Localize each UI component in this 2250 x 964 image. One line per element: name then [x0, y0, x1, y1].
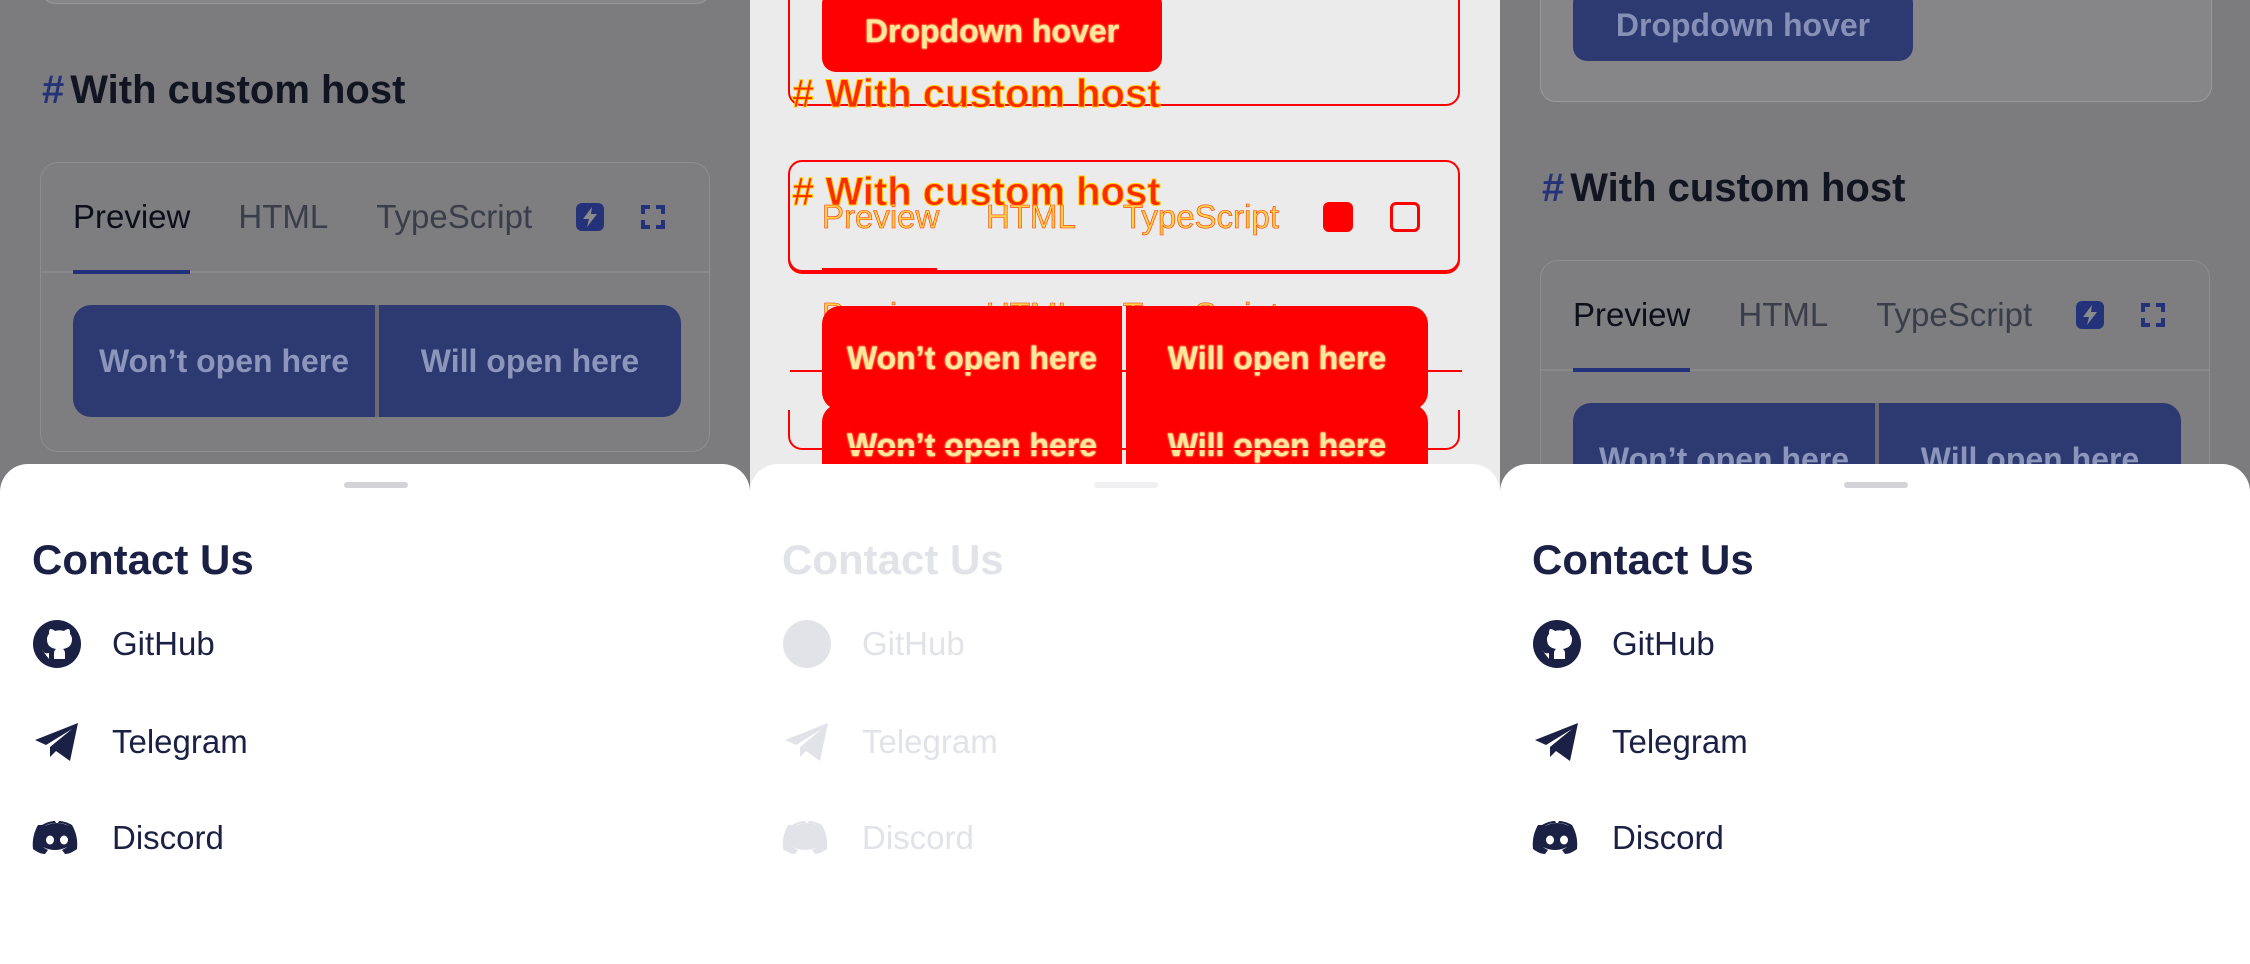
section-heading: # With custom host — [42, 68, 405, 113]
contact-telegram-label-right: Telegram — [1612, 723, 1748, 760]
contact-discord[interactable]: Discord — [32, 810, 224, 866]
debug-heading-b-hash: # — [791, 170, 815, 215]
stackblitz-icon-right[interactable] — [2074, 299, 2106, 331]
debug-box-card-bottom — [788, 410, 1460, 450]
sheet-drag-handle-right[interactable] — [1844, 482, 1908, 488]
dropdown-hover-button[interactable]: Dropdown hover — [822, 0, 1162, 72]
contact-github-label: GitHub — [112, 625, 215, 662]
tab-typescript[interactable]: TypeScript — [376, 162, 532, 272]
contact-discord-label: Discord — [112, 819, 224, 856]
demo-tabs-right: Preview HTML TypeScript — [1541, 260, 2209, 372]
contact-discord-middle[interactable]: Discord — [782, 810, 974, 866]
debug-fullscreen-icon[interactable] — [1390, 202, 1420, 232]
heading-anchor-right[interactable]: # — [1542, 166, 1564, 211]
contact-discord-label-middle: Discord — [862, 819, 974, 856]
heading-anchor[interactable]: # — [42, 68, 64, 113]
contact-github-middle[interactable]: GitHub — [782, 616, 965, 672]
demo-card: Preview HTML TypeScript Won’t open here … — [40, 162, 710, 452]
heading-text-right: With custom host — [1570, 166, 1906, 210]
github-icon — [1533, 620, 1581, 668]
github-icon — [783, 620, 831, 668]
heading-text: With custom host — [70, 68, 406, 112]
telegram-icon — [1535, 723, 1578, 761]
contact-telegram-label-middle: Telegram — [862, 723, 998, 760]
sheet-drag-handle-middle[interactable] — [1094, 482, 1158, 488]
debug-tab-typescript[interactable]: TypeScript — [1123, 198, 1280, 236]
debug-will-open-button[interactable]: Will open here — [1126, 306, 1428, 410]
dropdown-demo-card — [40, 0, 712, 4]
button-group: Won’t open here Will open here — [73, 305, 681, 417]
contact-sheet-left: Contact Us GitHub Telegram Discord — [0, 464, 750, 964]
fullscreen-icon-right[interactable] — [2137, 299, 2169, 331]
github-icon — [33, 620, 81, 668]
debug-line — [790, 370, 1462, 372]
fullscreen-icon[interactable] — [637, 201, 669, 233]
tab-html[interactable]: HTML — [238, 162, 328, 272]
tab-typescript-right[interactable]: TypeScript — [1876, 260, 2032, 370]
contact-discord-label-right: Discord — [1612, 819, 1724, 856]
contact-telegram[interactable]: Telegram — [32, 714, 248, 770]
contact-sheet-right: Contact Us GitHub Telegram Discord — [1500, 464, 2250, 964]
contact-telegram-middle[interactable]: Telegram — [782, 714, 998, 770]
debug-tab-preview[interactable]: Preview — [822, 198, 940, 236]
contact-telegram-label: Telegram — [112, 723, 248, 760]
debug-heading-a: # With custom host — [791, 72, 1161, 117]
contact-github-label-middle: GitHub — [862, 625, 965, 662]
debug-stackblitz-icon[interactable] — [1323, 202, 1353, 232]
telegram-icon — [35, 723, 78, 761]
section-heading-right: # With custom host — [1542, 166, 1905, 211]
debug-heading-a-hash: # — [791, 72, 815, 117]
debug-heading-a-text: With custom host — [825, 72, 1161, 117]
telegram-icon — [785, 723, 828, 761]
tab-preview-right[interactable]: Preview — [1573, 260, 1691, 372]
discord-icon — [782, 821, 828, 854]
tab-preview[interactable]: Preview — [73, 162, 191, 274]
sheet-drag-handle[interactable] — [344, 482, 408, 488]
contact-sheet-middle: Contact Us GitHub Telegram Discord — [750, 464, 1500, 964]
will-open-button[interactable]: Will open here — [375, 305, 681, 417]
demo-tabs: Preview HTML TypeScript — [41, 162, 709, 274]
discord-icon — [32, 821, 78, 854]
contact-github[interactable]: GitHub — [32, 616, 215, 672]
debug-wont-open-button[interactable]: Won’t open here — [822, 306, 1122, 410]
wont-open-button[interactable]: Won’t open here — [73, 305, 375, 417]
sheet-title-right: Contact Us — [1532, 536, 1754, 583]
sheet-title: Contact Us — [32, 536, 254, 583]
stackblitz-icon[interactable] — [574, 201, 606, 233]
debug-tab-underline — [822, 268, 937, 272]
dropdown-demo-card-right: Dropdown hover — [1540, 0, 2212, 102]
dropdown-hover-button-right[interactable]: Dropdown hover — [1573, 0, 1913, 61]
contact-telegram-right[interactable]: Telegram — [1532, 714, 1748, 770]
contact-github-label-right: GitHub — [1612, 625, 1715, 662]
tab-html-right[interactable]: HTML — [1738, 260, 1828, 370]
contact-discord-right[interactable]: Discord — [1532, 810, 1724, 866]
contact-github-right[interactable]: GitHub — [1532, 616, 1715, 672]
debug-tab-html[interactable]: HTML — [986, 198, 1076, 236]
sheet-title-middle: Contact Us — [782, 536, 1004, 583]
discord-icon — [1532, 821, 1578, 854]
